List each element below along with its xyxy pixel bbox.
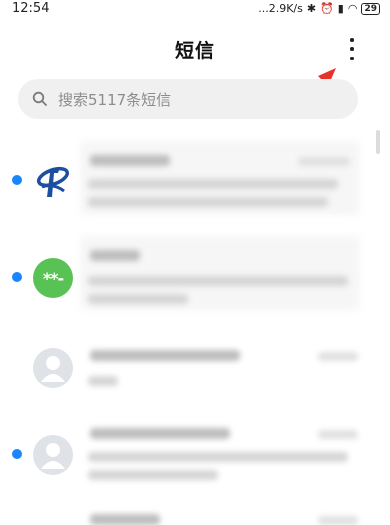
wifi-icon: ◠ (347, 2, 358, 15)
blurred-sender (90, 514, 160, 525)
avatar (33, 348, 73, 388)
more-dot (350, 56, 354, 60)
battery-icon: 29 (361, 2, 380, 15)
blurred-preview (88, 197, 328, 207)
alarm-icon: ⏰ (320, 2, 334, 15)
blurred-time (318, 430, 358, 439)
blurred-sender (90, 428, 230, 439)
avatar: **- (33, 258, 73, 298)
blurred-sender (90, 155, 170, 166)
blurred-preview (88, 294, 188, 304)
person-icon (41, 443, 65, 469)
china-telecom-logo-icon (36, 166, 70, 197)
avatar (33, 435, 73, 475)
avatar-initials: **- (42, 268, 64, 288)
conversation-row[interactable] (0, 410, 390, 498)
status-icons: ...2.9K/s ✱ ⏰ ▮ ◠ 29 (258, 2, 380, 15)
bluetooth-icon: ✱ (306, 2, 317, 15)
blurred-time (318, 352, 358, 361)
status-bar: 12:54 ...2.9K/s ✱ ⏰ ▮ ◠ 29 (0, 0, 390, 22)
status-time: 12:54 (12, 1, 50, 16)
unread-dot (12, 272, 22, 282)
blurred-preview (88, 276, 348, 286)
more-dot (350, 47, 354, 51)
conversation-row[interactable] (0, 137, 390, 225)
search-icon (32, 91, 47, 106)
blurred-preview (88, 470, 218, 480)
blurred-preview (88, 376, 118, 386)
conversation-row[interactable] (0, 328, 390, 416)
page-title: 短信 (174, 40, 215, 62)
avatar (33, 161, 73, 201)
blurred-preview (88, 452, 348, 462)
more-options-button[interactable] (344, 38, 360, 60)
blurred-sender (90, 350, 240, 361)
search-input[interactable]: 搜索5117条短信 (18, 79, 358, 119)
title-bar: 短信 (0, 28, 390, 68)
conversation-row[interactable]: **- (0, 232, 390, 320)
blurred-preview (88, 179, 338, 189)
unread-dot (12, 449, 22, 459)
signal-icon: ▮ (337, 2, 344, 15)
conversation-row[interactable] (0, 500, 390, 525)
blurred-time (298, 157, 350, 166)
person-icon (41, 356, 65, 382)
more-dot (350, 38, 354, 42)
network-speed: ...2.9K/s (258, 2, 303, 15)
unread-dot (12, 175, 22, 185)
search-placeholder: 搜索5117条短信 (58, 90, 172, 109)
blurred-sender (90, 250, 140, 261)
